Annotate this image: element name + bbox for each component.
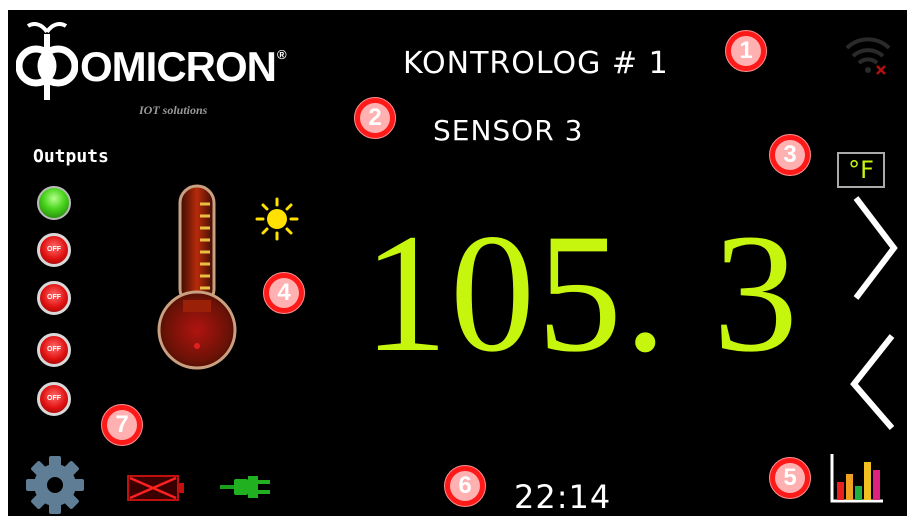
output-led-1[interactable]	[37, 186, 71, 220]
temperature-reading: 105. 3	[363, 199, 800, 387]
output-led-5[interactable]: OFF	[37, 382, 71, 416]
sensor-label[interactable]: SENSOR 3	[433, 117, 583, 145]
sun-icon	[255, 197, 299, 241]
brand-subtitle: IOT solutions	[139, 103, 208, 117]
output-led-4[interactable]: OFF	[37, 333, 71, 367]
annotation-badge-1: 1	[725, 30, 767, 72]
plug-icon	[220, 476, 270, 498]
clock-time: 22:14	[514, 478, 612, 516]
annotation-badge-4: 4	[263, 272, 305, 314]
gear-icon[interactable]	[24, 454, 86, 516]
brand-name: OMICRON®	[80, 43, 287, 90]
device-screen: OMICRON® IOT solutions KONTROLOG # 1 SEN…	[8, 10, 907, 516]
unit-toggle-button[interactable]: °F	[837, 152, 885, 188]
battery-empty-icon	[127, 475, 184, 501]
annotation-badge-2: 2	[354, 97, 396, 139]
annotation-badge-7: 7	[101, 404, 143, 446]
omicron-logo-icon	[16, 22, 78, 100]
annotation-badge-5: 5	[769, 457, 811, 499]
wifi-disconnected-icon[interactable]	[843, 30, 893, 80]
output-led-2[interactable]: OFF	[37, 233, 71, 267]
device-title: KONTROLOG # 1	[403, 46, 669, 81]
previous-sensor-icon[interactable]	[846, 332, 898, 432]
next-sensor-icon[interactable]	[850, 194, 900, 302]
annotation-badge-3: 3	[769, 134, 811, 176]
bar-chart-icon[interactable]	[829, 452, 885, 504]
thermometer-icon	[157, 184, 237, 370]
output-led-3[interactable]: OFF	[37, 281, 71, 315]
annotation-badge-6: 6	[444, 465, 486, 507]
outputs-label: Outputs	[33, 146, 109, 167]
